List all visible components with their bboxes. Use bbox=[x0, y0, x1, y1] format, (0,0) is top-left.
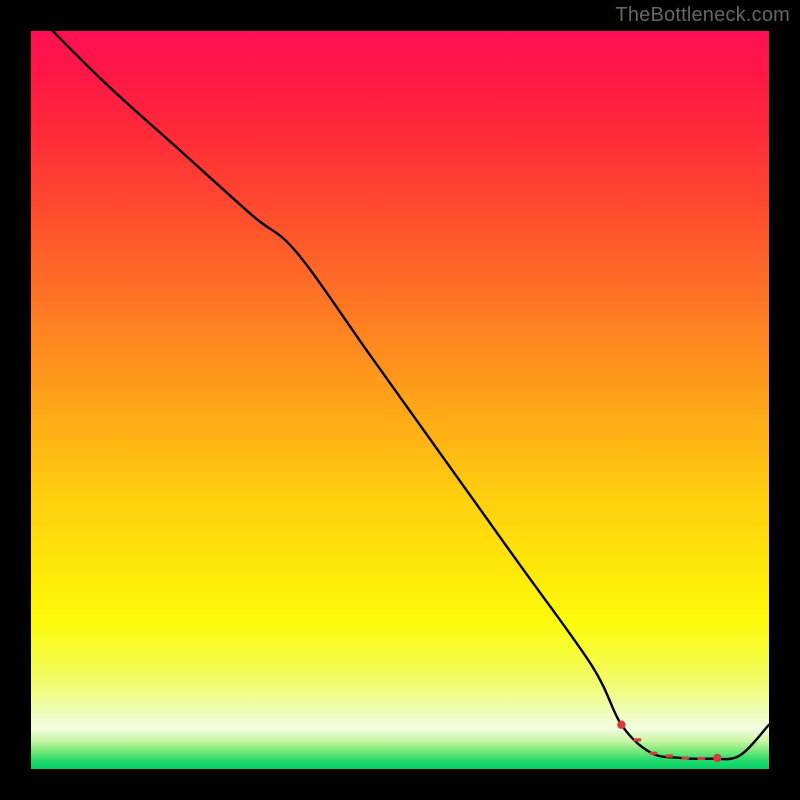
frame-border-right bbox=[769, 0, 800, 800]
chart-line-layer bbox=[31, 31, 769, 769]
bottleneck-curve-line bbox=[31, 31, 769, 759]
frame-border-left bbox=[0, 0, 31, 800]
frame-border-bottom bbox=[0, 769, 800, 800]
optimal-zone-markers bbox=[617, 721, 721, 763]
watermark-text: TheBottleneck.com bbox=[615, 4, 790, 27]
chart-plot-area bbox=[31, 31, 769, 769]
